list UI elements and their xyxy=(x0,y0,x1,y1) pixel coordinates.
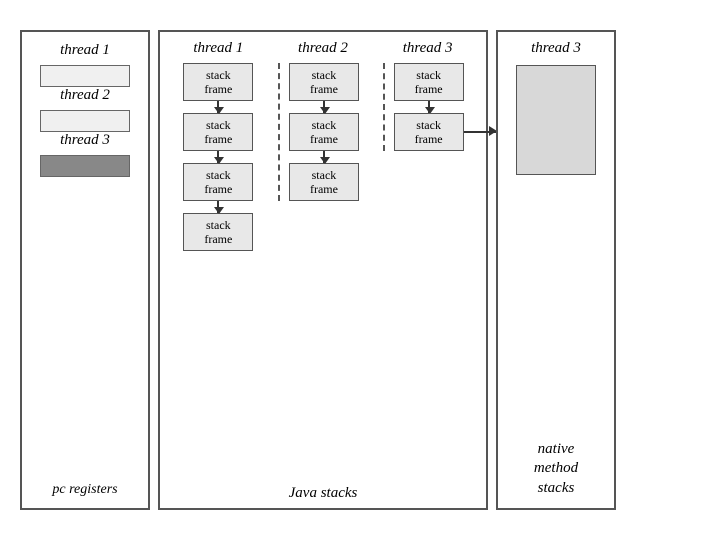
thread3-section: thread 3 xyxy=(30,132,140,177)
stack-frame: stackframe xyxy=(183,213,253,251)
thread3-label: thread 3 xyxy=(60,132,110,149)
native-frame xyxy=(516,65,596,175)
thread2-label: thread 2 xyxy=(60,87,110,104)
arrow-right-icon xyxy=(464,131,496,133)
right-thread-label: thread 3 xyxy=(531,40,581,57)
stack-frame: stackframe xyxy=(289,163,359,201)
jvm-memory-diagram: thread 1 thread 2 thread 3 pc registers … xyxy=(20,30,700,510)
native-stacks-label: nativemethodstacks xyxy=(534,440,578,499)
arrow-down-icon xyxy=(323,151,325,163)
pc-registers-panel: thread 1 thread 2 thread 3 pc registers xyxy=(20,30,150,510)
thread2-section: thread 2 xyxy=(30,87,140,132)
stacks-header: thread 1 thread 2 thread 3 xyxy=(166,40,480,57)
stack-frame: stackframe xyxy=(394,113,464,151)
thread1-label: thread 1 xyxy=(60,42,110,59)
arrow-down-icon xyxy=(217,101,219,113)
stack-frame: stackframe xyxy=(289,113,359,151)
stack-frame: stackframe xyxy=(183,63,253,101)
stack-frame: stackframe xyxy=(394,63,464,101)
java-stacks-label: Java stacks xyxy=(166,485,480,502)
java-stacks-panel: thread 1 thread 2 thread 3 stackframe st… xyxy=(158,30,488,510)
thread1-register xyxy=(40,65,130,87)
stack-col-thread3: stackframe stackframe xyxy=(383,63,473,151)
arrow-down-icon xyxy=(323,101,325,113)
arrow-down-icon xyxy=(217,201,219,213)
thread2-register xyxy=(40,110,130,132)
pc-registers-label: pc registers xyxy=(30,482,140,498)
stack-frame: stackframe xyxy=(183,163,253,201)
stacks-body: stackframe stackframe stackframe stackfr… xyxy=(166,63,480,479)
frame-with-arrow: stackframe xyxy=(394,113,464,151)
native-stacks-panel: thread 3 nativemethodstacks xyxy=(496,30,616,510)
col-label-thread3: thread 3 xyxy=(383,40,473,57)
stack-col-thread1: stackframe stackframe stackframe stackfr… xyxy=(173,63,263,251)
thread3-register xyxy=(40,155,130,177)
stack-frame: stackframe xyxy=(289,63,359,101)
col-label-thread1: thread 1 xyxy=(173,40,263,57)
stack-col-thread2: stackframe stackframe stackframe xyxy=(278,63,368,201)
col-label-thread2: thread 2 xyxy=(278,40,368,57)
arrow-down-icon xyxy=(217,151,219,163)
stack-frame: stackframe xyxy=(183,113,253,151)
arrow-down-icon xyxy=(428,101,430,113)
thread1-section: thread 1 xyxy=(30,42,140,87)
